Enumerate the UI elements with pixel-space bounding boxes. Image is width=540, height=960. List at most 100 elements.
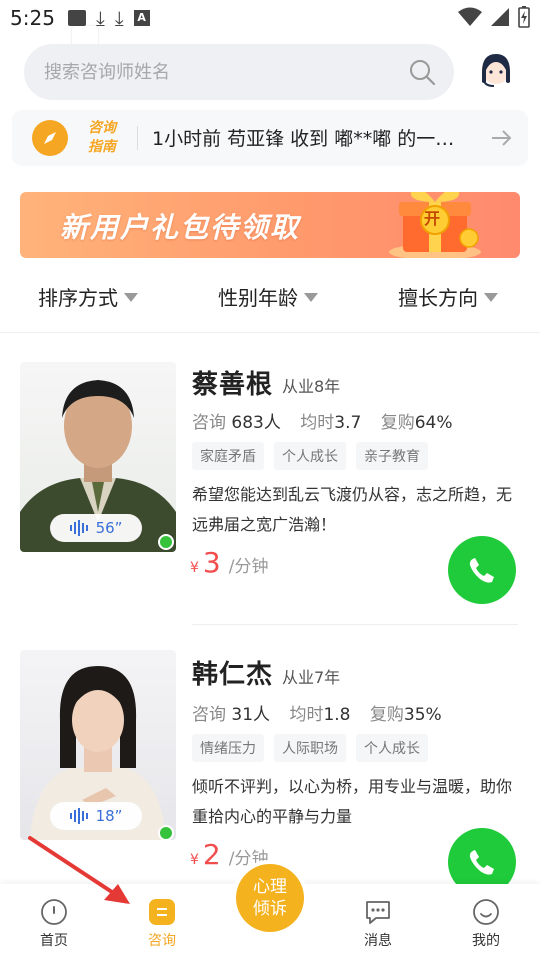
stat-consult-label: 咨询 [192, 705, 226, 725]
home-icon [41, 899, 67, 925]
phone-icon [469, 558, 494, 583]
filter-gender-age-label: 性别年龄 [218, 286, 298, 310]
notice-text: 1小时前 苟亚锋 收到 嘟**嘟 的一… [152, 128, 455, 150]
price-currency: ¥ [190, 560, 199, 576]
nav-consult-label: 咨询 [148, 933, 176, 949]
stat-repurchase-value: 64% [414, 413, 453, 433]
psych-talk-line2: 倾诉 [253, 899, 287, 919]
compass-icon [32, 120, 68, 156]
phone-icon [469, 850, 494, 875]
counselor-stats: 咨询 683人 均时3.7 复购64% [192, 408, 467, 433]
status-time: 5:25 [10, 6, 55, 30]
filter-gender-age[interactable]: 性别年龄 [218, 282, 318, 311]
voice-duration: 18” [95, 807, 123, 825]
nav-messages-label: 消息 [364, 933, 392, 949]
online-status-dot [158, 534, 174, 550]
nav-home[interactable]: 首页 [24, 898, 84, 950]
stat-consult-label: 咨询 [192, 413, 226, 433]
arrow-right-icon[interactable] [490, 128, 512, 148]
stat-avg-label: 均时 [289, 705, 324, 725]
nav-profile[interactable]: 我的 [456, 898, 516, 950]
new-user-gift-banner[interactable]: 新用户礼包待领取 开 [20, 192, 520, 258]
card-divider [192, 624, 518, 625]
price-value: 2 [202, 838, 221, 871]
audio-wave-icon [69, 520, 88, 536]
tag: 家庭矛盾 [192, 442, 264, 470]
psych-talk-inner: 心理 倾诉 [236, 864, 304, 932]
gallery-notification-icon [68, 10, 86, 26]
tag: 个人成长 [274, 442, 346, 470]
tag: 情绪压力 [192, 734, 264, 762]
search-bar[interactable] [24, 44, 454, 100]
download-notification-icon: ⤓ [114, 6, 124, 30]
gift-open-label: 开 [424, 209, 441, 228]
notice-bar[interactable]: 咨询 指南 1小时前 苟亚锋 收到 嘟**嘟 的一… [12, 110, 528, 166]
counselor-name: 韩仁杰 [192, 660, 274, 690]
voice-intro-button[interactable]: 18” [50, 802, 142, 830]
stat-repurchase-value: 35% [403, 705, 442, 725]
app-notification-icon: A [133, 10, 150, 26]
tag: 个人成长 [356, 734, 428, 762]
online-status-dot [158, 825, 174, 841]
price-value: 3 [202, 546, 221, 579]
price-currency: ¥ [190, 852, 199, 868]
stat-avg-value: 3.7 [334, 413, 362, 433]
wifi-icon [458, 7, 482, 26]
filter-bar: 排序方式 性别年龄 擅长方向 [0, 270, 540, 322]
counselor-bio: 希望您能达到乱云飞渡仍从容，志之所趋，无远弗届之宽广浩瀚！ [192, 485, 513, 534]
stat-avg-value: 1.8 [323, 705, 351, 725]
profile-icon [473, 899, 499, 925]
download-notification-icon: ⤓ [96, 6, 105, 30]
counselor-photo[interactable]: 18” [20, 650, 176, 840]
nav-home-label: 首页 [40, 933, 68, 949]
stat-consult-value: 683人 [231, 413, 281, 433]
message-icon [366, 901, 390, 924]
notice-divider [137, 126, 138, 150]
counselor-years: 从业7年 [282, 668, 341, 687]
filter-sort-label: 排序方式 [38, 286, 118, 310]
psych-talk-line1: 心理 [253, 877, 287, 897]
stat-avg-label: 均时 [300, 413, 335, 433]
voice-duration: 56” [95, 519, 123, 537]
consult-icon [149, 899, 175, 925]
counselor-price: ¥ 3 /分钟 [190, 546, 268, 579]
caret-down-icon [304, 293, 318, 302]
tag: 人际职场 [274, 734, 346, 762]
battery-icon [518, 6, 530, 28]
search-input[interactable] [44, 58, 384, 86]
tag: 亲子教育 [356, 442, 428, 470]
call-button[interactable] [448, 536, 516, 604]
caret-down-icon [484, 293, 498, 302]
counselor-photo[interactable]: 56” [20, 362, 176, 552]
stat-repurchase-label: 复购 [380, 413, 415, 433]
stat-repurchase-label: 复购 [369, 705, 404, 725]
counselor-card[interactable]: 56” 蔡善根 从业8年 咨询 683人 均时3.7 复购64% 家庭矛盾 个人… [0, 350, 540, 640]
status-notification-icons: ⤓ ⤓ A [68, 8, 150, 28]
notice-tag: 咨询 指南 [88, 119, 128, 157]
filter-sort[interactable]: 排序方式 [38, 282, 138, 311]
status-system-icons [458, 6, 530, 28]
psych-talk-button[interactable]: 心理 倾诉 [232, 860, 308, 936]
search-icon[interactable] [408, 58, 436, 86]
counselor-stats: 咨询 31人 均时1.8 复购35% [192, 700, 456, 725]
counselor-tags: 家庭矛盾 个人成长 亲子教育 [192, 442, 428, 470]
nav-profile-label: 我的 [472, 933, 500, 949]
counselor-bio: 倾听不评判，以心为桥，用专业与温暖，助你重拾内心的平静与力量 [192, 777, 513, 826]
signal-icon [491, 8, 509, 26]
filter-specialty-label: 擅长方向 [398, 286, 478, 310]
counselor-years: 从业8年 [282, 377, 341, 396]
counselor-name: 蔡善根 [192, 370, 274, 400]
filter-specialty[interactable]: 擅长方向 [398, 282, 498, 311]
divider [0, 332, 540, 333]
nav-messages[interactable]: 消息 [348, 898, 408, 950]
voice-intro-button[interactable]: 56” [50, 514, 142, 542]
customer-service-icon[interactable] [474, 48, 518, 92]
price-unit: /分钟 [228, 557, 269, 577]
nav-consult[interactable]: 咨询 [132, 898, 192, 950]
audio-wave-icon [69, 808, 88, 824]
notice-tag-line2: 指南 [88, 139, 116, 155]
banner-text: 新用户礼包待领取 [60, 211, 301, 244]
counselor-tags: 情绪压力 人际职场 个人成长 [192, 734, 428, 762]
caret-down-icon [124, 293, 138, 302]
stat-consult-value: 31人 [231, 705, 271, 725]
